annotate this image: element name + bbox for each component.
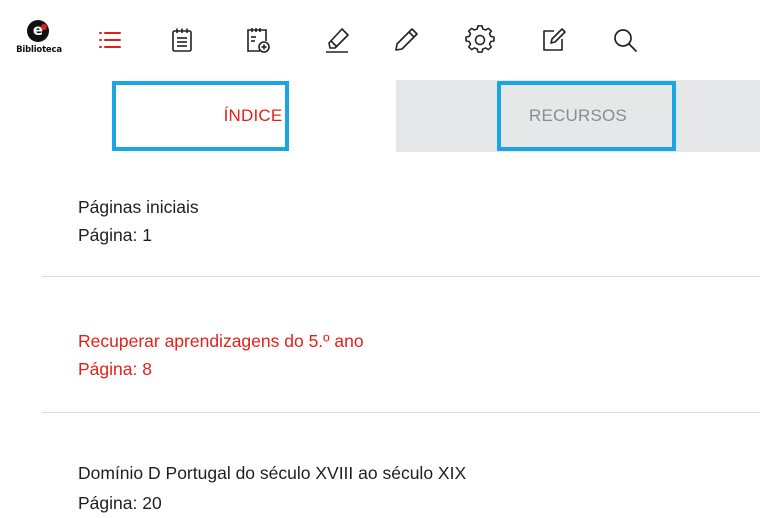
item-title: Domínio D Portugal do século XVIII ao sé… (78, 463, 467, 483)
notes-button[interactable] (166, 24, 198, 56)
notepad-icon (172, 28, 192, 52)
edit-button[interactable] (537, 24, 569, 56)
search-button[interactable] (609, 24, 641, 56)
top-toolbar: e Biblioteca (0, 0, 760, 80)
divider (42, 276, 760, 277)
item-page: Página: 20 (78, 493, 162, 513)
pencil-icon (395, 28, 418, 51)
index-list-button[interactable] (94, 24, 126, 56)
logo-text: Biblioteca (16, 45, 62, 55)
item-page: Página: 1 (78, 225, 152, 245)
divider (42, 412, 760, 413)
list-icon (99, 32, 121, 48)
pencil-button[interactable] (390, 24, 422, 56)
search-icon (614, 29, 637, 52)
add-note-button[interactable] (241, 24, 273, 56)
item-title: Páginas iniciais (78, 197, 199, 217)
logo-letter: e (27, 20, 49, 42)
logo-dot (41, 24, 47, 30)
edit-square-icon (543, 28, 566, 51)
add-document-icon (247, 28, 270, 53)
highlighter-icon (326, 28, 349, 53)
item-title: Recuperar aprendizagens do 5.º ano (78, 331, 364, 351)
highlight-box-recursos (497, 81, 676, 151)
biblioteca-logo[interactable]: e Biblioteca (8, 18, 68, 68)
gear-icon (465, 25, 495, 53)
highlight-box-indice (112, 81, 289, 151)
item-page: Página: 8 (78, 359, 152, 379)
settings-button[interactable] (464, 24, 496, 56)
highlighter-button[interactable] (321, 24, 353, 56)
